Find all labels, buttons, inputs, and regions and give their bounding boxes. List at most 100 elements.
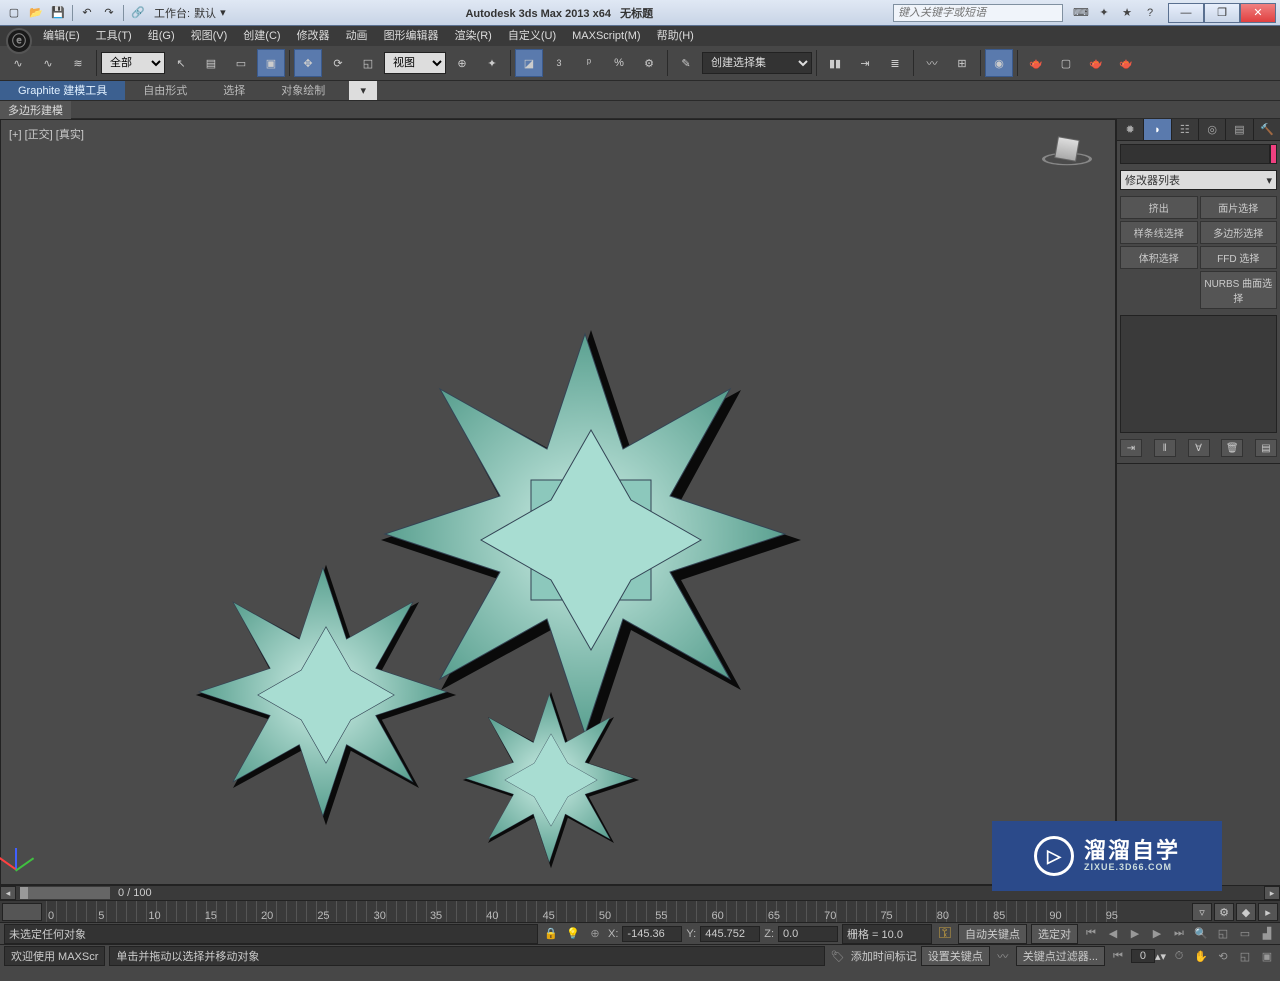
spinner-snap-icon[interactable]: % bbox=[605, 49, 633, 77]
render-setup-icon[interactable]: 🫖 bbox=[1022, 49, 1050, 77]
select-region-icon[interactable]: ▭ bbox=[227, 49, 255, 77]
undo-icon[interactable]: ↶ bbox=[77, 3, 97, 23]
menu-animation[interactable]: 动画 bbox=[338, 26, 376, 46]
timeline-end-icon[interactable]: ▸ bbox=[1258, 903, 1278, 921]
menu-group[interactable]: 组(G) bbox=[140, 26, 183, 46]
mod-splinesel[interactable]: 样条线选择 bbox=[1120, 221, 1198, 244]
maximize-button[interactable]: ❐ bbox=[1204, 3, 1240, 23]
ribbon-tab-selection[interactable]: 选择 bbox=[205, 81, 263, 100]
menu-grapheditors[interactable]: 图形编辑器 bbox=[376, 26, 447, 46]
select-name-icon[interactable]: ▤ bbox=[197, 49, 225, 77]
nav-fov-icon[interactable]: ▟ bbox=[1258, 925, 1276, 943]
menu-tools[interactable]: 工具(T) bbox=[88, 26, 140, 46]
mod-volsel[interactable]: 体积选择 bbox=[1120, 246, 1198, 269]
utilities-tab-icon[interactable]: 🔨 bbox=[1254, 119, 1280, 140]
timeline-key-icon[interactable]: ◆ bbox=[1236, 903, 1256, 921]
create-tab-icon[interactable]: ✹ bbox=[1117, 119, 1144, 140]
selection-filter[interactable]: 全部 bbox=[101, 52, 165, 74]
nav-zoomall-icon[interactable]: ◱ bbox=[1214, 925, 1232, 943]
snap-opts-icon[interactable]: ⚙ bbox=[635, 49, 663, 77]
modifier-stack[interactable] bbox=[1120, 315, 1277, 433]
timeline[interactable]: 05101520253035404550556065707580859095 ▿… bbox=[0, 901, 1280, 923]
window-crossing-icon[interactable]: ▣ bbox=[257, 49, 285, 77]
play-back-icon[interactable]: ◀ bbox=[1104, 925, 1122, 943]
bind-spacewarp-icon[interactable]: ≋ bbox=[64, 49, 92, 77]
setkey-button[interactable]: 设置关键点 bbox=[921, 946, 990, 966]
modifier-list[interactable]: 修改器列表▾ bbox=[1120, 170, 1277, 190]
menu-help[interactable]: 帮助(H) bbox=[649, 26, 702, 46]
remove-mod-icon[interactable]: 🗑 bbox=[1221, 439, 1243, 457]
autokey-button[interactable]: 自动关键点 bbox=[958, 924, 1027, 944]
mod-nurbs[interactable]: NURBS 曲面选择 bbox=[1200, 271, 1278, 309]
star-icon[interactable]: ★ bbox=[1117, 3, 1137, 23]
play-fwd-icon[interactable]: ▶ bbox=[1148, 925, 1166, 943]
menu-create[interactable]: 创建(C) bbox=[235, 26, 288, 46]
track-prev-icon[interactable]: ◂ bbox=[0, 886, 16, 900]
x-coord-field[interactable]: -145.36 bbox=[622, 926, 682, 942]
play-end-icon[interactable]: ⏭ bbox=[1170, 925, 1188, 943]
select-icon[interactable]: ↖ bbox=[167, 49, 195, 77]
material-editor-icon[interactable]: ◉ bbox=[985, 49, 1013, 77]
motion-tab-icon[interactable]: ◎ bbox=[1199, 119, 1226, 140]
close-button[interactable]: ✕ bbox=[1240, 3, 1276, 23]
y-coord-field[interactable]: 445.752 bbox=[700, 926, 760, 942]
align-icon[interactable]: ⇥ bbox=[851, 49, 879, 77]
time-tag-icon[interactable]: 🏷 bbox=[829, 947, 847, 965]
pivot-icon[interactable]: ⊕ bbox=[448, 49, 476, 77]
scale-icon[interactable]: ◱ bbox=[354, 49, 382, 77]
named-sel-icon[interactable]: ✎ bbox=[672, 49, 700, 77]
selection-set[interactable]: 创建选择集 bbox=[702, 52, 812, 74]
viewport-label[interactable]: [+] [正交] [真实] bbox=[9, 126, 84, 142]
save-icon[interactable]: 💾 bbox=[48, 3, 68, 23]
angle-snap-icon[interactable]: 3 bbox=[545, 49, 573, 77]
tool1-icon[interactable]: ✦ bbox=[1094, 3, 1114, 23]
time-slider[interactable] bbox=[20, 887, 110, 899]
menu-maxscript[interactable]: MAXScript(M) bbox=[564, 26, 648, 46]
ribbon-expand-icon[interactable]: ▾ bbox=[349, 81, 377, 100]
timeline-filter-icon[interactable]: ▿ bbox=[1192, 903, 1212, 921]
ribbon-tab-paint[interactable]: 对象绘制 bbox=[263, 81, 343, 100]
show-end-icon[interactable]: ‖ bbox=[1154, 439, 1176, 457]
object-name-input[interactable] bbox=[1120, 144, 1270, 164]
goto-start-icon[interactable]: ⏮ bbox=[1109, 947, 1127, 965]
track-next-icon[interactable]: ▸ bbox=[1264, 886, 1280, 900]
configure-icon[interactable]: ▤ bbox=[1255, 439, 1277, 457]
viewport[interactable]: [+] [正交] [真实] bbox=[0, 119, 1116, 885]
ribbon-tab-graphite[interactable]: Graphite 建模工具 bbox=[0, 81, 125, 100]
mod-polysel[interactable]: 多边形选择 bbox=[1200, 221, 1278, 244]
reference-coord[interactable]: 视图 bbox=[384, 52, 446, 74]
hierarchy-tab-icon[interactable]: ☷ bbox=[1172, 119, 1199, 140]
curve-editor-icon[interactable]: 〰 bbox=[918, 49, 946, 77]
render-frame-icon[interactable]: ▢ bbox=[1052, 49, 1080, 77]
viewcube[interactable] bbox=[1039, 126, 1095, 182]
nav-region-icon[interactable]: ▭ bbox=[1236, 925, 1254, 943]
viewport-object-medium[interactable] bbox=[181, 550, 471, 843]
rotate-icon[interactable]: ⟳ bbox=[324, 49, 352, 77]
redo-icon[interactable]: ↷ bbox=[99, 3, 119, 23]
key-big-icon[interactable]: ⚿ bbox=[936, 925, 954, 943]
selected-filter[interactable]: 选定对 bbox=[1031, 924, 1078, 944]
display-tab-icon[interactable]: ▤ bbox=[1226, 119, 1253, 140]
layers-icon[interactable]: ≣ bbox=[881, 49, 909, 77]
menu-edit[interactable]: 编辑(E) bbox=[35, 26, 88, 46]
viewport-object-small[interactable] bbox=[451, 680, 651, 883]
minimize-button[interactable]: — bbox=[1168, 3, 1204, 23]
addtime-label[interactable]: 添加时间标记 bbox=[851, 948, 917, 964]
nav-pan-icon[interactable]: ✋ bbox=[1192, 947, 1210, 965]
link-icon[interactable]: 🔗 bbox=[128, 3, 148, 23]
keyboard-icon[interactable]: ⌨ bbox=[1071, 3, 1091, 23]
move-icon[interactable]: ✥ bbox=[294, 49, 322, 77]
pin-stack-icon[interactable]: ⇥ bbox=[1120, 439, 1142, 457]
nav-max-icon[interactable]: ◱ bbox=[1236, 947, 1254, 965]
workspace-selector[interactable]: 工作台: 默认 ▾ bbox=[154, 5, 226, 21]
play-icon[interactable]: ▶ bbox=[1126, 925, 1144, 943]
menu-render[interactable]: 渲染(R) bbox=[447, 26, 500, 46]
app-icon[interactable]: ⓔ bbox=[6, 28, 32, 54]
make-unique-icon[interactable]: Ɐ bbox=[1188, 439, 1210, 457]
manipulate-icon[interactable]: ✦ bbox=[478, 49, 506, 77]
isolate-icon[interactable]: 💡 bbox=[564, 925, 582, 943]
mod-extrude[interactable]: 挤出 bbox=[1120, 196, 1198, 219]
ribbon-panel-label[interactable]: 多边形建模 bbox=[0, 101, 71, 119]
render-prod-icon[interactable]: 🫖 bbox=[1112, 49, 1140, 77]
help-search-input[interactable] bbox=[893, 4, 1063, 22]
